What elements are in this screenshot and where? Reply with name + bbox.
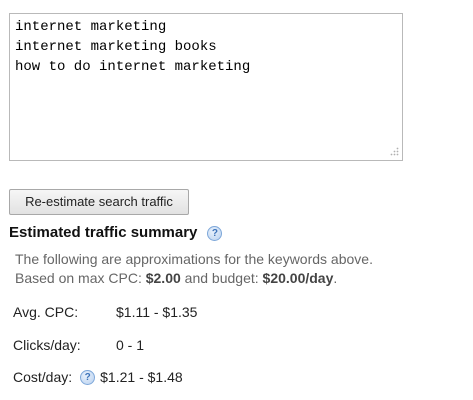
approximation-basis-line: Based on max CPC: $2.00 and budget: $20.… [15,269,465,288]
budget-prefix: and budget: [180,270,263,286]
keyword-line: internet marketing [15,19,167,35]
approximation-line: The following are approximations for the… [15,251,373,267]
budget-value: $20.00/day [262,270,334,286]
clicks-per-day-label: Clicks/day: [13,337,81,353]
keywords-textarea[interactable]: internet marketing internet marketing bo… [9,13,403,161]
reestimate-search-traffic-button[interactable]: Re-estimate search traffic [9,189,189,215]
traffic-summary-heading: Estimated traffic summary ? [9,224,223,242]
avg-cpc-row: Avg. CPC: $1.11 - $1.35 [13,303,197,321]
avg-cpc-value: $1.11 - $1.35 [116,304,198,320]
clicks-per-day-value: 0 - 1 [116,337,145,353]
question-mark-icon[interactable]: ? [207,225,223,241]
cost-per-day-value: $1.21 - $1.48 [100,369,183,385]
basis-suffix: . [333,270,338,286]
question-mark-icon[interactable]: ? [80,369,96,385]
max-cpc-value: $2.00 [145,270,181,286]
max-cpc-prefix: Based on max CPC: [15,270,146,286]
cost-per-day-row: Cost/day: ? $1.21 - $1.48 [13,368,183,386]
avg-cpc-label: Avg. CPC: [13,304,79,320]
summary-title: Estimated traffic summary [9,224,198,241]
resize-grip-icon[interactable] [389,147,399,157]
keyword-line: internet marketing books [15,39,217,55]
clicks-per-day-row: Clicks/day: 0 - 1 [13,336,144,354]
keyword-line: how to do internet marketing [15,59,251,75]
approximation-note: The following are approximations for the… [15,250,465,288]
cost-per-day-label: Cost/day: [13,369,73,385]
